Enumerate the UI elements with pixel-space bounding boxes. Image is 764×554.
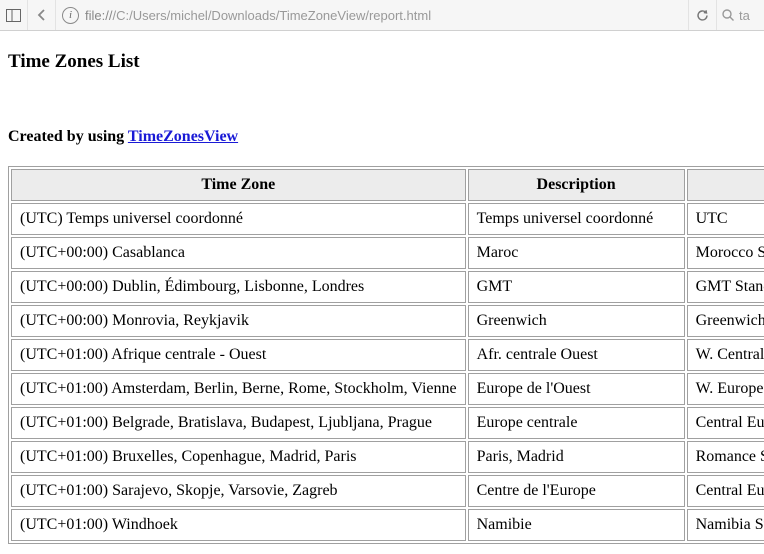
- cell-registry: Central Euro: [687, 475, 764, 507]
- cell-registry: UTC: [687, 203, 764, 235]
- timezone-table: Time Zone Description Re (UTC) Temps uni…: [8, 166, 764, 544]
- cell-description: Greenwich: [468, 305, 685, 337]
- cell-description: Temps universel coordonné: [468, 203, 685, 235]
- sidebar-toggle-button[interactable]: [0, 0, 28, 30]
- cell-registry: GMT Standa: [687, 271, 764, 303]
- table-row: (UTC+01:00) Bruxelles, Copenhague, Madri…: [11, 441, 764, 473]
- cell-description: GMT: [468, 271, 685, 303]
- page-title: Time Zones List: [8, 51, 764, 73]
- cell-registry: Namibia Sta: [687, 509, 764, 541]
- col-registry: Re: [687, 169, 764, 201]
- cell-timezone: (UTC+00:00) Monrovia, Reykjavik: [11, 305, 466, 337]
- table-row: (UTC+00:00) CasablancaMarocMorocco St: [11, 237, 764, 269]
- cell-description: Paris, Madrid: [468, 441, 685, 473]
- cell-timezone: (UTC+01:00) Afrique centrale - Ouest: [11, 339, 466, 371]
- search-text: ta: [739, 8, 750, 23]
- url-text: file:///C:/Users/michel/Downloads/TimeZo…: [85, 8, 431, 23]
- table-row: (UTC+01:00) Afrique centrale - OuestAfr.…: [11, 339, 764, 371]
- table-row: (UTC+00:00) Dublin, Édimbourg, Lisbonne,…: [11, 271, 764, 303]
- cell-registry: W. Europe S: [687, 373, 764, 405]
- reload-button[interactable]: [688, 0, 716, 30]
- table-row: (UTC+00:00) Monrovia, ReykjavikGreenwich…: [11, 305, 764, 337]
- created-by: Created by using TimeZonesView: [8, 128, 764, 146]
- cell-timezone: (UTC) Temps universel coordonné: [11, 203, 466, 235]
- cell-description: Europe centrale: [468, 407, 685, 439]
- table-row: (UTC+01:00) Sarajevo, Skopje, Varsovie, …: [11, 475, 764, 507]
- back-button[interactable]: [28, 0, 56, 30]
- cell-registry: Greenwich S: [687, 305, 764, 337]
- cell-registry: Romance St: [687, 441, 764, 473]
- cell-timezone: (UTC+01:00) Amsterdam, Berlin, Berne, Ro…: [11, 373, 466, 405]
- cell-registry: Morocco St: [687, 237, 764, 269]
- cell-description: Maroc: [468, 237, 685, 269]
- col-description: Description: [468, 169, 685, 201]
- cell-description: Namibie: [468, 509, 685, 541]
- browser-toolbar: i file:///C:/Users/michel/Downloads/Time…: [0, 0, 764, 31]
- col-timezone: Time Zone: [11, 169, 466, 201]
- cell-timezone: (UTC+00:00) Dublin, Édimbourg, Lisbonne,…: [11, 271, 466, 303]
- cell-description: Centre de l'Europe: [468, 475, 685, 507]
- table-row: (UTC) Temps universel coordonnéTemps uni…: [11, 203, 764, 235]
- search-icon: [721, 8, 735, 22]
- table-row: (UTC+01:00) WindhoekNamibieNamibia Sta: [11, 509, 764, 541]
- cell-timezone: (UTC+01:00) Windhoek: [11, 509, 466, 541]
- address-bar[interactable]: i file:///C:/Users/michel/Downloads/Time…: [56, 0, 688, 30]
- cell-timezone: (UTC+00:00) Casablanca: [11, 237, 466, 269]
- cell-description: Afr. centrale Ouest: [468, 339, 685, 371]
- cell-registry: Central Euro: [687, 407, 764, 439]
- table-row: (UTC+01:00) Belgrade, Bratislava, Budape…: [11, 407, 764, 439]
- cell-timezone: (UTC+01:00) Belgrade, Bratislava, Budape…: [11, 407, 466, 439]
- cell-description: Europe de l'Ouest: [468, 373, 685, 405]
- search-box[interactable]: ta: [716, 0, 764, 30]
- timezonesview-link[interactable]: TimeZonesView: [128, 128, 238, 145]
- cell-registry: W. Central A: [687, 339, 764, 371]
- cell-timezone: (UTC+01:00) Bruxelles, Copenhague, Madri…: [11, 441, 466, 473]
- cell-timezone: (UTC+01:00) Sarajevo, Skopje, Varsovie, …: [11, 475, 466, 507]
- table-header-row: Time Zone Description Re: [11, 169, 764, 201]
- page-viewport: Time Zones List Created by using TimeZon…: [0, 31, 764, 554]
- info-icon[interactable]: i: [62, 7, 79, 24]
- table-row: (UTC+01:00) Amsterdam, Berlin, Berne, Ro…: [11, 373, 764, 405]
